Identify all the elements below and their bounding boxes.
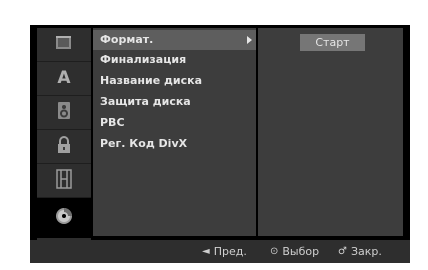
close-label: Закр.	[350, 245, 382, 258]
category-sidebar: A	[37, 28, 91, 256]
menu-item-label: Формат.	[100, 33, 154, 46]
sidebar-item-movie[interactable]	[37, 28, 91, 62]
close-hint[interactable]: ♂ Закр.	[338, 240, 382, 263]
select-label: Выбор	[282, 245, 320, 258]
sidebar-item-disc[interactable]	[37, 198, 91, 238]
sidebar-item-lock[interactable]	[37, 130, 91, 164]
menu-list: Формат. Финализация Название диска Защит…	[93, 28, 256, 236]
movie-icon	[54, 35, 74, 55]
menu-item-label: PBC	[100, 116, 125, 129]
menu-item-label: Защита диска	[100, 95, 191, 108]
menu-item-label: Рег. Код DivX	[100, 137, 188, 150]
option-panel: Старт	[258, 28, 403, 236]
sidebar-item-language[interactable]: A	[37, 62, 91, 96]
arrow-left-icon: ◄	[202, 246, 210, 257]
prev-label: Пред.	[213, 245, 247, 258]
menu-item-format[interactable]: Формат.	[93, 30, 256, 50]
film-record-icon	[56, 168, 72, 193]
svg-text:A: A	[57, 68, 71, 86]
sidebar-item-record[interactable]	[37, 164, 91, 198]
menu-item-disc-protect[interactable]: Защита диска	[93, 92, 256, 112]
disc-icon	[54, 206, 74, 230]
return-icon: ♂	[338, 246, 347, 257]
sidebar-item-audio[interactable]	[37, 96, 91, 130]
arrow-right-icon	[247, 36, 252, 44]
audio-icon	[55, 101, 73, 125]
select-hint[interactable]: ⊙ Выбор	[270, 240, 319, 263]
footer-hints: ◄ Пред. ⊙ Выбор ♂ Закр.	[30, 240, 410, 263]
menu-item-pbc[interactable]: PBC	[93, 113, 256, 133]
language-icon: A	[54, 68, 74, 90]
setup-menu-osd: A Формат. Финализация Название диска Защ…	[30, 25, 410, 263]
menu-item-label: Финализация	[100, 53, 187, 66]
enter-icon: ⊙	[270, 246, 279, 257]
menu-item-label: Название диска	[100, 74, 203, 87]
menu-item-finalize[interactable]: Финализация	[93, 50, 256, 70]
start-button[interactable]: Старт	[300, 34, 365, 51]
menu-item-divx-reg-code[interactable]: Рег. Код DivX	[93, 134, 256, 154]
prev-hint[interactable]: ◄ Пред.	[202, 240, 247, 263]
lock-icon	[55, 135, 73, 159]
menu-item-disc-name[interactable]: Название диска	[93, 71, 256, 91]
